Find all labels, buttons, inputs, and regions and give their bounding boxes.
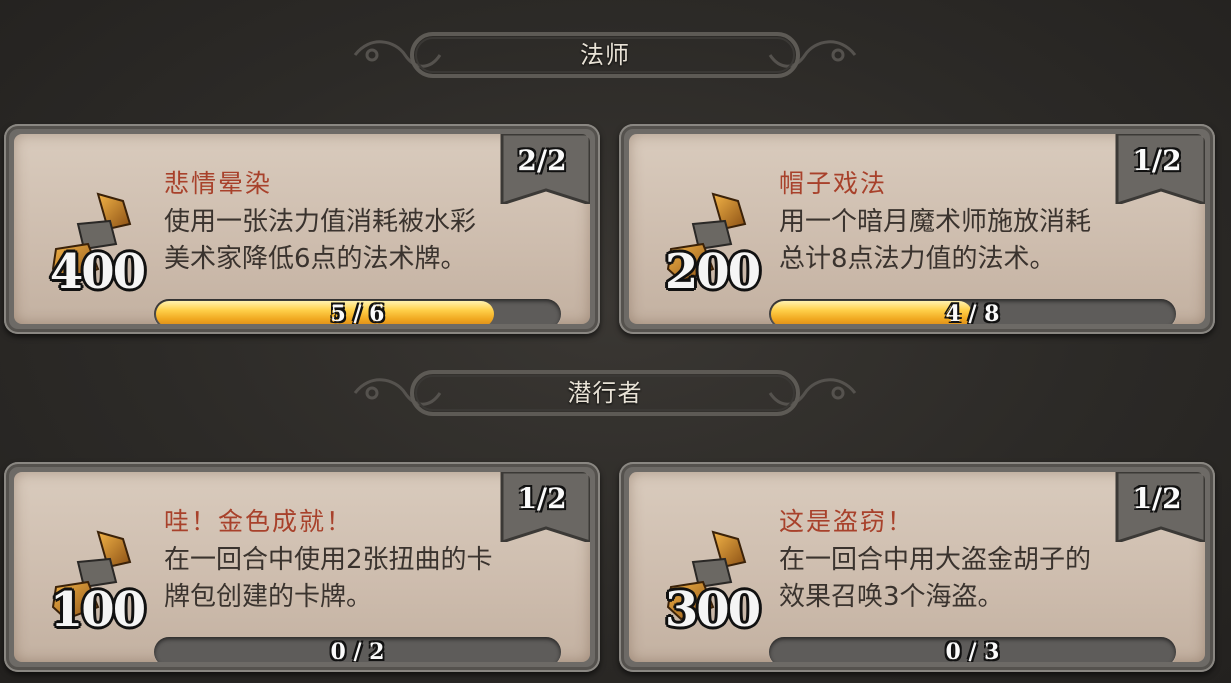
section-header-mage: 法师 (350, 30, 860, 80)
completion-count: 1/2 (1132, 144, 1182, 177)
quest-description: 在一回合中用大盗金胡子的 效果召唤3个海盗。 (779, 542, 1179, 616)
reward-amount: 400 (49, 244, 146, 300)
quest-title: 哇！金色成就！ (164, 507, 354, 536)
section-title: 潜行者 (567, 379, 643, 407)
quest-card-body: 400 悲情晕染 使用一张法力值消耗被水彩 美术家降低6点的法术牌。 2/2 5… (14, 134, 590, 324)
progress-text: 0 / 3 (945, 639, 1000, 662)
description-line: 效果召唤3个海盗。 (779, 582, 1004, 612)
quest-title: 这是盗窃！ (779, 507, 915, 536)
quest-description: 在一回合中使用2张扭曲的卡 牌包创建的卡牌。 (164, 542, 564, 616)
section-title: 法师 (580, 41, 630, 69)
reward-amount: 300 (664, 582, 761, 638)
quest-card-body: 100 哇！金色成就！ 在一回合中使用2张扭曲的卡 牌包创建的卡牌。 1/2 0… (14, 472, 590, 662)
description-line: 美术家降低6点的法术牌。 (164, 244, 467, 274)
progress-text: 0 / 2 (330, 639, 385, 662)
quest-card[interactable]: 300 这是盗窃！ 在一回合中用大盗金胡子的 效果召唤3个海盗。 1/2 0 /… (619, 462, 1215, 672)
description-line: 在一回合中使用2张扭曲的卡 (164, 545, 493, 575)
completion-badge: 1/2 (1109, 134, 1205, 204)
quest-description: 使用一张法力值消耗被水彩 美术家降低6点的法术牌。 (164, 204, 564, 278)
completion-count: 1/2 (1132, 482, 1182, 515)
progress-bar: 0 / 3 (769, 637, 1176, 662)
completion-count: 2/2 (517, 144, 567, 177)
description-line: 在一回合中用大盗金胡子的 (779, 545, 1092, 575)
description-line: 用一个暗月魔术师施放消耗 (779, 207, 1092, 237)
description-line: 使用一张法力值消耗被水彩 (164, 207, 477, 237)
reward-amount: 200 (664, 244, 761, 300)
description-line: 牌包创建的卡牌。 (164, 582, 373, 612)
quest-card-body: 200 帽子戏法 用一个暗月魔术师施放消耗 总计8点法力值的法术。 1/2 4 … (629, 134, 1205, 324)
quest-description: 用一个暗月魔术师施放消耗 总计8点法力值的法术。 (779, 204, 1179, 278)
reward-amount: 100 (49, 582, 146, 638)
quest-card[interactable]: 400 悲情晕染 使用一张法力值消耗被水彩 美术家降低6点的法术牌。 2/2 5… (4, 124, 600, 334)
completion-badge: 2/2 (494, 134, 590, 204)
description-line: 总计8点法力值的法术。 (779, 244, 1056, 274)
quest-card-body: 300 这是盗窃！ 在一回合中用大盗金胡子的 效果召唤3个海盗。 1/2 0 /… (629, 472, 1205, 662)
section-header-rogue: 潜行者 (350, 368, 860, 418)
completion-count: 1/2 (517, 482, 567, 515)
quest-title: 悲情晕染 (164, 169, 273, 198)
completion-badge: 1/2 (1109, 472, 1205, 542)
quest-card[interactable]: 100 哇！金色成就！ 在一回合中使用2张扭曲的卡 牌包创建的卡牌。 1/2 0… (4, 462, 600, 672)
completion-badge: 1/2 (494, 472, 590, 542)
progress-bar: 4 / 8 (769, 299, 1176, 324)
progress-text: 5 / 6 (330, 301, 385, 324)
progress-bar: 0 / 2 (154, 637, 561, 662)
progress-text: 4 / 8 (945, 301, 1000, 324)
quest-title: 帽子戏法 (779, 169, 888, 198)
quest-card[interactable]: 200 帽子戏法 用一个暗月魔术师施放消耗 总计8点法力值的法术。 1/2 4 … (619, 124, 1215, 334)
progress-bar: 5 / 6 (154, 299, 561, 324)
